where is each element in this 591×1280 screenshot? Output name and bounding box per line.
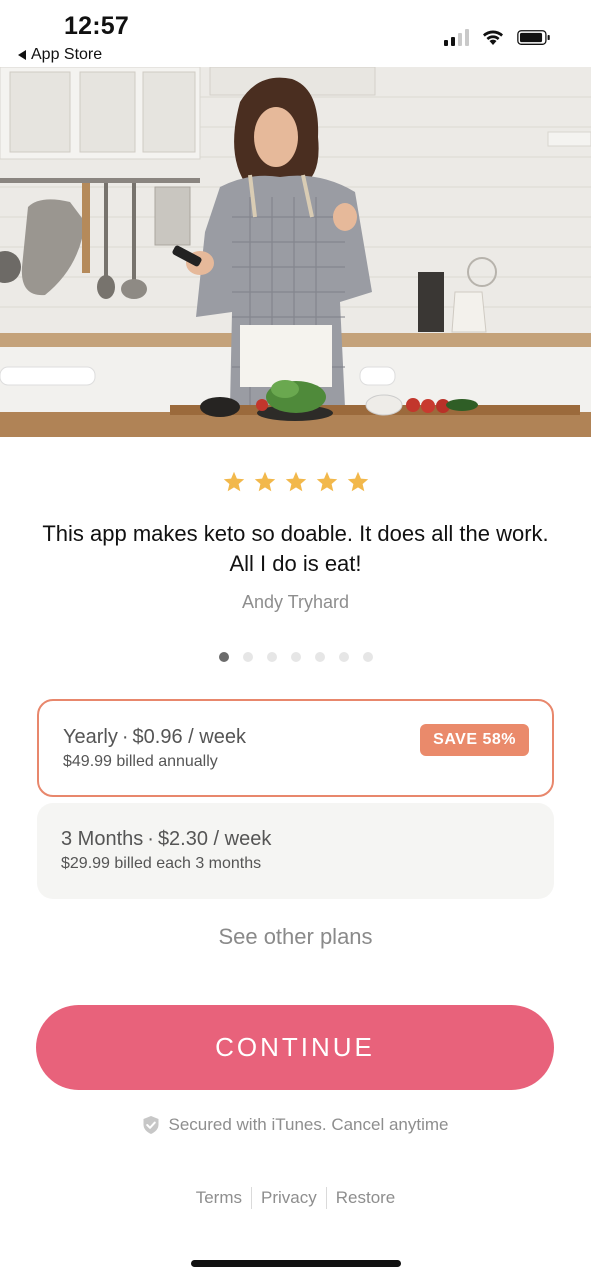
plan-weekly-price: $0.96 / week [132, 726, 246, 748]
plan-billing: $29.99 billed each 3 months [61, 855, 262, 872]
carousel-dot[interactable] [338, 652, 349, 662]
plan-name: Yearly [63, 726, 118, 748]
plan-option-3-months[interactable]: 3 Months · $2.30 / week $29.99 billed each… [37, 803, 554, 899]
shield-check-icon [143, 1116, 159, 1134]
review-quote: This app makes keto so doable. It does a… [42, 521, 549, 576]
save-badge: SAVE 58% [420, 724, 529, 756]
rating-stars [0, 470, 591, 494]
terms-link[interactable]: Terms [187, 1188, 251, 1208]
privacy-link[interactable]: Privacy [252, 1188, 326, 1208]
back-link-label: App Store [31, 46, 103, 63]
carousel-dot[interactable] [266, 652, 277, 662]
carousel-dot[interactable] [362, 652, 373, 662]
footer-links: Terms Privacy Restore [0, 1187, 591, 1209]
star-icon [285, 471, 306, 492]
wifi-icon [483, 30, 503, 45]
plan-option-yearly[interactable]: Yearly · $0.96 / week $49.99 billed annual… [37, 699, 554, 797]
star-icon [316, 471, 337, 492]
status-time: 12:57 [64, 12, 129, 40]
review-author: Andy Tryhard [241, 592, 350, 612]
battery-icon [517, 30, 550, 45]
plan-billing: $49.99 billed annually [63, 753, 218, 770]
plan-weekly-price: $2.30 / week [157, 828, 272, 850]
star-icon [347, 471, 368, 492]
carousel-dots[interactable] [0, 652, 591, 662]
star-icon [223, 471, 244, 492]
back-to-app-store-link[interactable]: App Store [18, 46, 102, 64]
home-indicator[interactable] [191, 1260, 401, 1267]
plan-title: Yearly · $0.96 / week [63, 726, 246, 748]
hero-image [0, 67, 591, 437]
see-other-plans-link[interactable]: See other plans [0, 924, 591, 950]
status-icons [444, 28, 551, 46]
secure-text: Secured with iTunes. Cancel anytime [168, 1115, 449, 1134]
plan-title: 3 Months · $2.30 / week [61, 828, 272, 850]
secure-note: Secured with iTunes. Cancel anytime [0, 1115, 591, 1135]
plan-name: 3 Months [61, 828, 144, 850]
restore-link[interactable]: Restore [327, 1188, 405, 1208]
carousel-dot[interactable] [290, 652, 301, 662]
status-bar: 12:57 App Store [0, 0, 591, 67]
cellular-signal-icon [444, 28, 469, 46]
star-icon [254, 471, 275, 492]
carousel-dot[interactable] [242, 652, 253, 662]
carousel-dot[interactable] [314, 652, 325, 662]
carousel-dot[interactable] [218, 652, 229, 662]
back-arrow-icon [18, 50, 26, 60]
continue-button[interactable]: CONTINUE [36, 1005, 554, 1090]
